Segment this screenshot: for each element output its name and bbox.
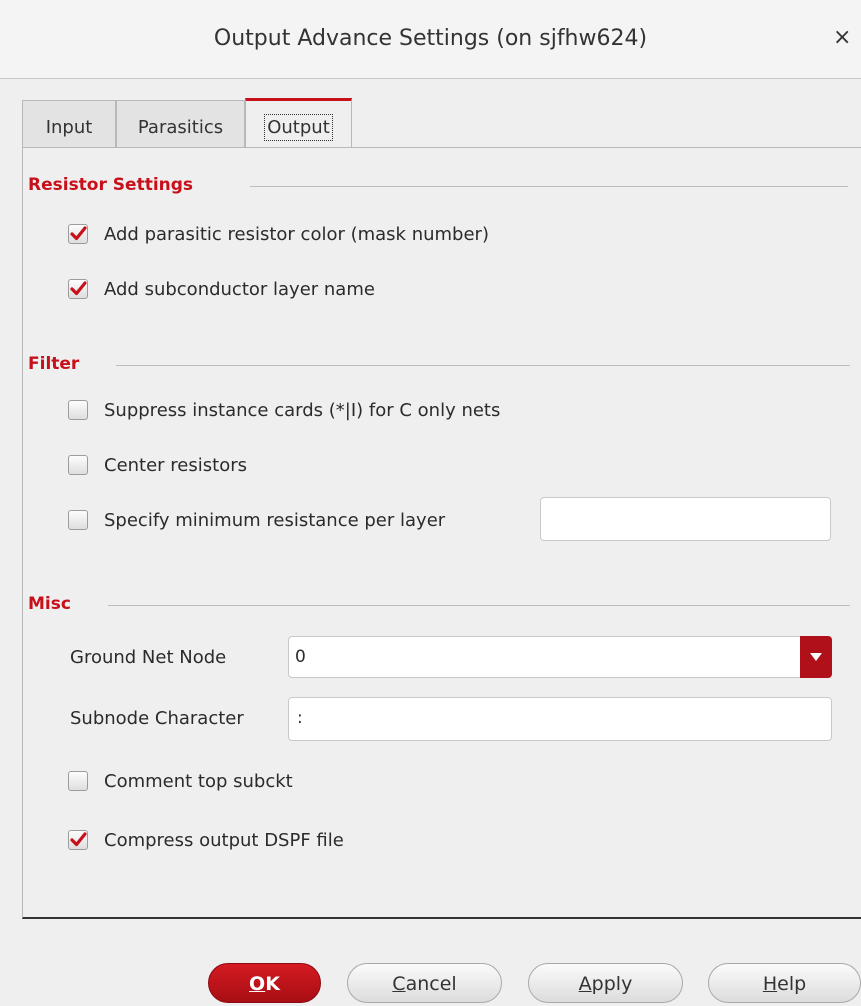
subnode-character-input[interactable]: : xyxy=(288,697,832,741)
checkbox[interactable] xyxy=(68,510,88,530)
ok-button[interactable]: OK xyxy=(208,963,321,1003)
resistor-settings-heading: Resistor Settings xyxy=(28,175,194,195)
ok-label-rest: K xyxy=(265,973,280,995)
checkbox-row-suppress-instance-cards[interactable]: Suppress instance cards (*|I) for C only… xyxy=(68,396,500,424)
apply-mnemonic: A xyxy=(578,973,592,995)
checkmark-icon xyxy=(70,281,87,296)
subnode-character-label: Subnode Character xyxy=(70,708,244,729)
help-mnemonic: H xyxy=(762,973,778,995)
checkbox-row-specify-min-resistance[interactable]: Specify minimum resistance per layer xyxy=(68,506,445,534)
misc-divider xyxy=(108,605,850,606)
checkbox[interactable] xyxy=(68,279,88,299)
tab-parasitics[interactable]: Parasitics xyxy=(116,100,245,147)
misc-heading: Misc xyxy=(28,594,71,614)
title-bar: Output Advance Settings (on sjfhw624) × xyxy=(0,0,861,79)
ground-net-node-value: 0 xyxy=(295,647,306,667)
checkbox[interactable] xyxy=(68,771,88,791)
apply-label-rest: pply xyxy=(591,973,633,995)
ground-net-node-select[interactable]: 0 xyxy=(288,636,832,678)
close-icon[interactable]: × xyxy=(833,25,851,50)
checkbox[interactable] xyxy=(68,224,88,244)
filter-divider xyxy=(116,365,850,366)
checkbox-row-add-parasitic-resistor-color[interactable]: Add parasitic resistor color (mask numbe… xyxy=(68,220,489,248)
checkmark-icon xyxy=(70,226,87,241)
checkmark-icon xyxy=(70,832,87,847)
filter-heading: Filter xyxy=(28,354,80,374)
apply-button[interactable]: Apply xyxy=(528,963,683,1003)
checkbox-label: Specify minimum resistance per layer xyxy=(104,509,446,531)
tab-parasitics-label: Parasitics xyxy=(137,117,224,138)
checkbox-label: Suppress instance cards (*|I) for C only… xyxy=(104,399,501,421)
checkbox[interactable] xyxy=(68,400,88,420)
checkbox-label: Center resistors xyxy=(104,454,247,476)
help-button[interactable]: Help xyxy=(708,963,861,1003)
tab-output-label: Output xyxy=(264,114,333,141)
tab-input[interactable]: Input xyxy=(22,100,116,147)
checkbox-row-center-resistors[interactable]: Center resistors xyxy=(68,451,247,479)
checkbox[interactable] xyxy=(68,830,88,850)
checkbox[interactable] xyxy=(68,455,88,475)
checkbox-label: Comment top subckt xyxy=(104,770,293,792)
checkbox-row-add-subconductor-layer-name[interactable]: Add subconductor layer name xyxy=(68,275,375,303)
chevron-down-icon[interactable] xyxy=(800,636,832,678)
cancel-mnemonic: C xyxy=(392,973,406,995)
resistor-settings-divider xyxy=(250,186,848,187)
min-resistance-input[interactable] xyxy=(540,497,831,541)
checkbox-label: Add subconductor layer name xyxy=(104,278,375,300)
ok-mnemonic: O xyxy=(249,973,266,995)
checkbox-label: Add parasitic resistor color (mask numbe… xyxy=(104,223,489,245)
help-label-rest: elp xyxy=(777,973,807,995)
window-title: Output Advance Settings (on sjfhw624) xyxy=(213,26,648,51)
checkbox-row-comment-top-subckt[interactable]: Comment top subckt xyxy=(68,767,293,795)
cancel-label-rest: ancel xyxy=(405,973,457,995)
tab-input-label: Input xyxy=(45,117,93,138)
ground-net-node-label: Ground Net Node xyxy=(70,647,227,668)
cancel-button[interactable]: Cancel xyxy=(347,963,502,1003)
tab-output[interactable]: Output xyxy=(245,98,352,148)
checkbox-label: Compress output DSPF file xyxy=(104,829,344,851)
checkbox-row-compress-output-dspf[interactable]: Compress output DSPF file xyxy=(68,826,344,854)
